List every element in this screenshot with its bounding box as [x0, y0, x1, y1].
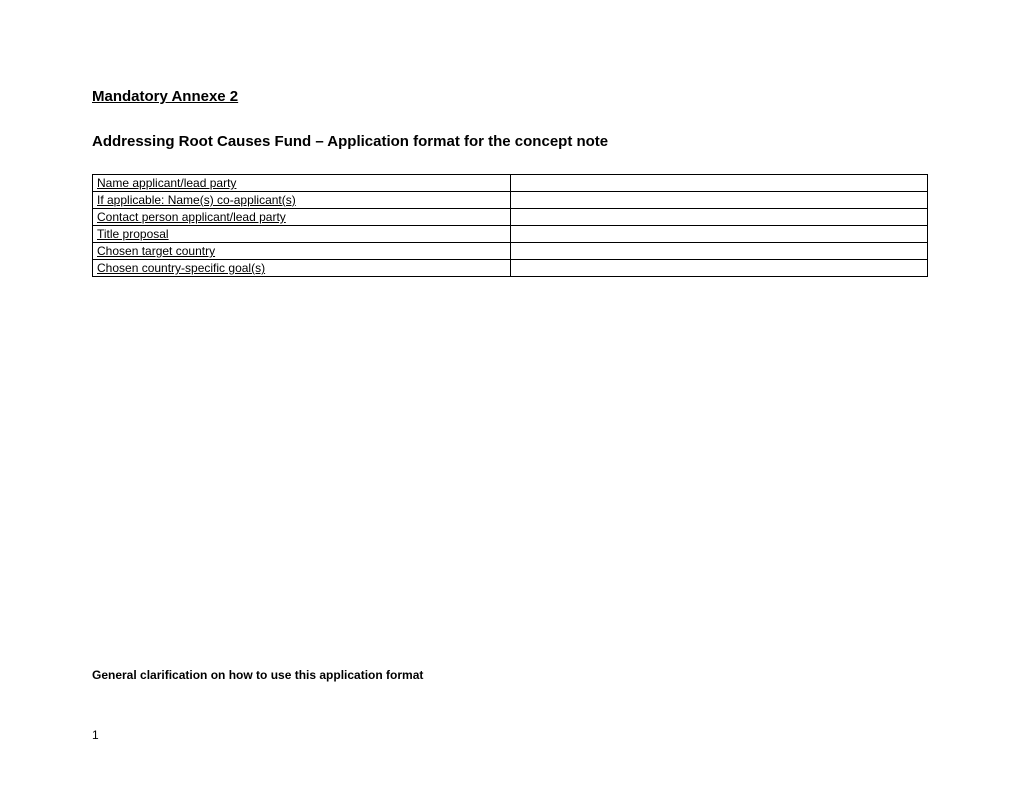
application-form-table: Name applicant/lead party If applicable:… [92, 174, 928, 277]
table-row: Title proposal [93, 226, 928, 243]
field-value [510, 243, 928, 260]
field-label: Contact person applicant/lead party [93, 209, 511, 226]
table-row: Chosen target country [93, 243, 928, 260]
page-title-annexe: Mandatory Annexe 2 [92, 88, 928, 105]
table-row: Name applicant/lead party [93, 175, 928, 192]
field-value [510, 192, 928, 209]
field-value [510, 175, 928, 192]
field-label: Chosen target country [93, 243, 511, 260]
clarification-heading: General clarification on how to use this… [92, 668, 423, 682]
page-subtitle: Addressing Root Causes Fund – Applicatio… [92, 133, 928, 150]
table-row: Chosen country-specific goal(s) [93, 260, 928, 277]
table-row: Contact person applicant/lead party [93, 209, 928, 226]
table-row: If applicable: Name(s) co-applicant(s) [93, 192, 928, 209]
field-label: Title proposal [93, 226, 511, 243]
field-label: If applicable: Name(s) co-applicant(s) [93, 192, 511, 209]
field-value [510, 226, 928, 243]
field-label: Chosen country-specific goal(s) [93, 260, 511, 277]
page-number: 1 [92, 728, 99, 742]
field-value [510, 209, 928, 226]
field-value [510, 260, 928, 277]
field-label: Name applicant/lead party [93, 175, 511, 192]
